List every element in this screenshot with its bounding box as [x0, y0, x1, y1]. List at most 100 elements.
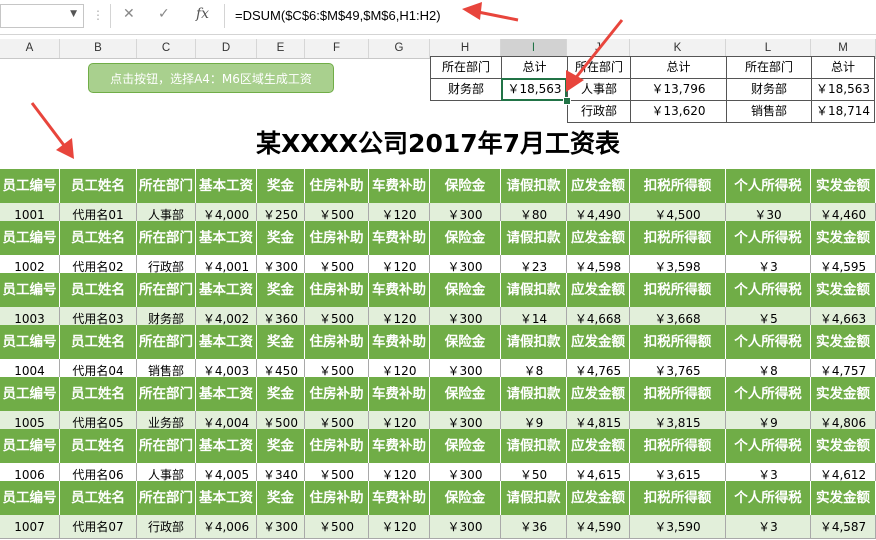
header-cell[interactable]: 基本工资: [196, 481, 257, 515]
header-cell[interactable]: 保险金: [430, 169, 501, 203]
cancel-icon[interactable]: ✕: [123, 6, 135, 22]
header-cell[interactable]: 保险金: [430, 273, 501, 307]
generate-salary-button[interactable]: 点击按钮，选择A4：M6区域生成工资: [88, 63, 334, 93]
criteria-header-dept[interactable]: 所在部门: [567, 56, 631, 79]
column-header-e[interactable]: E: [257, 39, 305, 58]
header-cell[interactable]: 实发金额: [811, 221, 876, 255]
criteria-total-cell[interactable]: ￥18,563: [501, 78, 568, 101]
column-header-a[interactable]: A: [0, 39, 60, 58]
column-header-d[interactable]: D: [196, 39, 257, 58]
header-cell[interactable]: 基本工资: [196, 169, 257, 203]
table-cell[interactable]: ￥4,587: [811, 515, 876, 539]
header-cell[interactable]: 请假扣款: [501, 481, 567, 515]
table-cell[interactable]: 1007: [0, 515, 60, 539]
header-cell[interactable]: 基本工资: [196, 273, 257, 307]
header-cell[interactable]: 扣税所得额: [630, 481, 726, 515]
header-cell[interactable]: 所在部门: [137, 481, 196, 515]
header-cell[interactable]: 住房补助: [305, 481, 369, 515]
criteria-total-cell[interactable]: ￥13,796: [630, 78, 727, 101]
insert-function-icon[interactable]: fx: [196, 6, 209, 22]
table-cell[interactable]: ￥3,590: [630, 515, 726, 539]
criteria-total-cell[interactable]: ￥18,714: [811, 100, 875, 123]
header-cell[interactable]: 住房补助: [305, 325, 369, 359]
header-cell[interactable]: 保险金: [430, 481, 501, 515]
table-cell[interactable]: 代用名07: [60, 515, 137, 539]
header-cell[interactable]: 车费补助: [369, 273, 430, 307]
header-cell[interactable]: 应发金额: [567, 273, 630, 307]
header-cell[interactable]: 奖金: [257, 377, 305, 411]
header-cell[interactable]: 员工编号: [0, 325, 60, 359]
table-cell[interactable]: ￥120: [369, 515, 430, 539]
header-cell[interactable]: 住房补助: [305, 377, 369, 411]
header-cell[interactable]: 所在部门: [137, 273, 196, 307]
name-box[interactable]: ▼: [0, 4, 84, 28]
table-cell[interactable]: ￥36: [501, 515, 567, 539]
header-cell[interactable]: 车费补助: [369, 221, 430, 255]
column-header-c[interactable]: C: [137, 39, 196, 58]
header-cell[interactable]: 扣税所得额: [630, 169, 726, 203]
header-cell[interactable]: 员工姓名: [60, 221, 137, 255]
criteria-header-total[interactable]: 总计: [811, 56, 875, 79]
header-cell[interactable]: 基本工资: [196, 221, 257, 255]
column-header-b[interactable]: B: [60, 39, 137, 58]
header-cell[interactable]: 实发金额: [811, 325, 876, 359]
header-cell[interactable]: 请假扣款: [501, 377, 567, 411]
header-cell[interactable]: 员工编号: [0, 273, 60, 307]
table-cell[interactable]: ￥4,006: [196, 515, 257, 539]
header-cell[interactable]: 请假扣款: [501, 429, 567, 463]
header-cell[interactable]: 员工姓名: [60, 325, 137, 359]
criteria-header-dept[interactable]: 所在部门: [430, 56, 502, 79]
header-cell[interactable]: 车费补助: [369, 481, 430, 515]
header-cell[interactable]: 扣税所得额: [630, 325, 726, 359]
header-cell[interactable]: 员工姓名: [60, 481, 137, 515]
header-cell[interactable]: 所在部门: [137, 325, 196, 359]
enter-icon[interactable]: ✓: [158, 6, 170, 22]
header-cell[interactable]: 员工姓名: [60, 273, 137, 307]
header-cell[interactable]: 个人所得税: [726, 429, 811, 463]
header-cell[interactable]: 实发金额: [811, 273, 876, 307]
header-cell[interactable]: 基本工资: [196, 429, 257, 463]
header-cell[interactable]: 保险金: [430, 221, 501, 255]
header-cell[interactable]: 扣税所得额: [630, 377, 726, 411]
header-cell[interactable]: 实发金额: [811, 429, 876, 463]
header-cell[interactable]: 员工编号: [0, 481, 60, 515]
header-cell[interactable]: 员工姓名: [60, 169, 137, 203]
criteria-header-total[interactable]: 总计: [501, 56, 568, 79]
table-cell[interactable]: ￥300: [257, 515, 305, 539]
header-cell[interactable]: 所在部门: [137, 169, 196, 203]
header-cell[interactable]: 扣税所得额: [630, 273, 726, 307]
criteria-total-cell[interactable]: ￥13,620: [630, 100, 727, 123]
header-cell[interactable]: 个人所得税: [726, 481, 811, 515]
formula-input[interactable]: =DSUM($C$6:$M$49,$M$6,H1:H2): [224, 4, 876, 28]
header-cell[interactable]: 奖金: [257, 325, 305, 359]
table-cell[interactable]: ￥300: [430, 515, 501, 539]
header-cell[interactable]: 实发金额: [811, 481, 876, 515]
header-cell[interactable]: 个人所得税: [726, 221, 811, 255]
header-cell[interactable]: 车费补助: [369, 169, 430, 203]
header-cell[interactable]: 住房补助: [305, 429, 369, 463]
header-cell[interactable]: 奖金: [257, 273, 305, 307]
header-cell[interactable]: 奖金: [257, 221, 305, 255]
column-header-f[interactable]: F: [305, 39, 369, 58]
header-cell[interactable]: 住房补助: [305, 221, 369, 255]
header-cell[interactable]: 车费补助: [369, 377, 430, 411]
header-cell[interactable]: 奖金: [257, 169, 305, 203]
column-header-g[interactable]: G: [369, 39, 430, 58]
header-cell[interactable]: 扣税所得额: [630, 429, 726, 463]
criteria-dept-cell[interactable]: 人事部: [567, 78, 631, 101]
header-cell[interactable]: 扣税所得额: [630, 221, 726, 255]
header-cell[interactable]: 个人所得税: [726, 169, 811, 203]
header-cell[interactable]: 应发金额: [567, 221, 630, 255]
fill-handle[interactable]: [563, 97, 571, 105]
criteria-dept-cell[interactable]: 财务部: [726, 78, 812, 101]
more-options-icon[interactable]: ⋮: [92, 8, 104, 22]
criteria-header-total[interactable]: 总计: [630, 56, 727, 79]
header-cell[interactable]: 个人所得税: [726, 377, 811, 411]
header-cell[interactable]: 所在部门: [137, 221, 196, 255]
header-cell[interactable]: 请假扣款: [501, 273, 567, 307]
header-cell[interactable]: 员工编号: [0, 429, 60, 463]
criteria-header-dept[interactable]: 所在部门: [726, 56, 812, 79]
table-cell[interactable]: ￥4,590: [567, 515, 630, 539]
header-cell[interactable]: 员工编号: [0, 169, 60, 203]
criteria-dept-cell[interactable]: 销售部: [726, 100, 812, 123]
